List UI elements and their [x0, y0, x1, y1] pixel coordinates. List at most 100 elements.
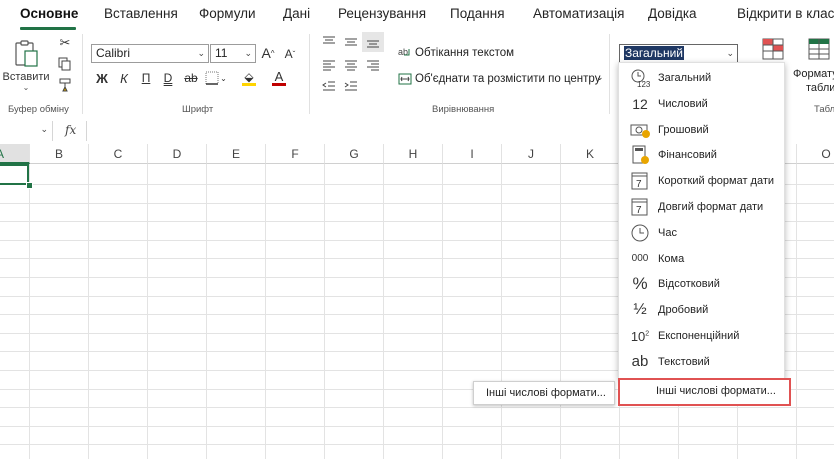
number-format-option[interactable]: 7 Короткий формат дати	[619, 168, 784, 194]
fill-color-bar	[242, 82, 256, 86]
gridline	[0, 444, 834, 445]
chevron-down-icon: ⌄	[244, 48, 252, 58]
font-size-value: 11	[215, 46, 228, 60]
format-as-table-label[interactable]: Формату	[793, 68, 834, 80]
chevron-down-icon[interactable]: ⌄	[596, 72, 604, 83]
strikethrough-button[interactable]: ab	[182, 70, 200, 86]
number-format-option[interactable]: 12 Числовий	[619, 91, 784, 117]
divider	[609, 34, 610, 114]
tab-home[interactable]: Основне	[20, 6, 78, 21]
double-underline-button[interactable]: D	[161, 70, 175, 86]
column-header[interactable]: I	[443, 144, 502, 164]
function-icon[interactable]: fx	[65, 123, 76, 137]
format-painter-icon[interactable]	[57, 77, 73, 93]
number-format-option[interactable]: 7 Довгий формат дати	[619, 194, 784, 220]
column-header[interactable]: O	[797, 144, 834, 164]
number-format-select[interactable]: Загальний ⌄	[619, 44, 738, 63]
increase-indent-icon[interactable]	[342, 78, 360, 94]
format-as-table-icon[interactable]	[806, 36, 832, 62]
column-header[interactable]: K	[561, 144, 620, 164]
tab-help[interactable]: Довідка	[648, 6, 697, 21]
column-header[interactable]: F	[266, 144, 325, 164]
align-bottom-icon[interactable]	[362, 32, 384, 52]
calendar-icon: 7	[627, 170, 653, 192]
number-format-option-label: Загальний	[658, 72, 712, 84]
borders-button[interactable]: ⌄	[204, 70, 228, 86]
column-header[interactable]: A	[0, 144, 30, 164]
tables-group-label: Табл	[814, 104, 834, 115]
column-header[interactable]: H	[384, 144, 443, 164]
bold-button[interactable]: Ж	[95, 70, 109, 86]
gridline	[796, 164, 797, 459]
cut-icon[interactable]: ✂	[57, 35, 73, 51]
font-name-value: Calibri	[96, 46, 131, 60]
column-header[interactable]: G	[325, 144, 384, 164]
number-format-option[interactable]: Фінансовий	[619, 142, 784, 168]
chevron-down-icon: ⌄	[197, 48, 205, 58]
decrease-font-button[interactable]: Aˇ	[282, 47, 298, 61]
open-in-desktop-button[interactable]: Відкрити в класи	[737, 6, 834, 21]
column-header[interactable]: D	[148, 144, 207, 164]
number-format-option-label: Довгий формат дати	[658, 201, 764, 213]
font-size-select[interactable]: 11 ⌄	[210, 44, 256, 63]
accounting-icon	[627, 144, 653, 166]
tab-data[interactable]: Дані	[283, 6, 310, 21]
tab-automate[interactable]: Автоматизація	[533, 6, 624, 21]
ribbon-tabs: Основне Вставлення Формули Дані Рецензув…	[0, 0, 834, 30]
fill-handle[interactable]	[26, 182, 33, 189]
comma-icon: 000	[631, 253, 649, 265]
tab-review[interactable]: Рецензування	[338, 6, 426, 21]
number-format-option[interactable]: Грошовий	[619, 117, 784, 143]
number-format-option[interactable]: 000 Кома	[619, 246, 784, 272]
number-format-option-label: Грошовий	[658, 123, 709, 136]
italic-button[interactable]: К	[117, 70, 131, 86]
font-name-select[interactable]: Calibri ⌄	[91, 44, 209, 63]
number-format-value: Загальний	[624, 46, 684, 60]
column-header[interactable]: C	[89, 144, 148, 164]
percent-icon: %	[632, 274, 648, 294]
tooltip-text: Інші числові формати...	[486, 387, 606, 399]
svg-text:123: 123	[637, 80, 651, 88]
align-center-icon[interactable]	[342, 57, 360, 73]
copy-icon[interactable]	[57, 56, 73, 72]
number-format-option[interactable]: ab Текстовий	[619, 349, 784, 375]
conditional-format-icon[interactable]	[760, 36, 786, 62]
svg-text:7: 7	[636, 179, 642, 190]
align-right-icon[interactable]	[364, 57, 382, 73]
underline-button[interactable]: П	[139, 70, 153, 86]
fill-color-button[interactable]: ⬙	[236, 68, 262, 88]
gridline	[265, 164, 266, 459]
increase-font-button[interactable]: A ^	[260, 45, 276, 61]
number-format-option-label: Числовий	[658, 97, 708, 110]
align-left-icon[interactable]	[320, 57, 338, 73]
number-format-option[interactable]: ½ Дробовий	[619, 297, 784, 323]
number-format-option[interactable]: % Відсотковий	[619, 271, 784, 297]
merge-center-icon	[397, 71, 413, 87]
wrap-text-button[interactable]: Обтікання текстом	[415, 47, 514, 59]
active-cell[interactable]	[0, 164, 29, 185]
tab-insert[interactable]: Вставлення	[104, 6, 178, 21]
number-format-option[interactable]: 123 Загальний	[619, 65, 784, 91]
fill-bucket-icon: ⬙	[244, 69, 254, 84]
paste-button[interactable]: Вставити ⌄	[2, 34, 50, 96]
chevron-down-icon[interactable]: ⌄	[40, 124, 48, 135]
gridline	[147, 164, 148, 459]
align-middle-icon[interactable]	[342, 34, 360, 50]
calendar-icon: 7	[627, 196, 653, 218]
number-format-option[interactable]: 102 Експоненційний	[619, 323, 784, 349]
number-format-option-label: Кома	[658, 252, 685, 265]
column-header[interactable]: E	[207, 144, 266, 164]
tab-view[interactable]: Подання	[450, 6, 505, 21]
decrease-indent-icon[interactable]	[320, 78, 338, 94]
name-box[interactable]: ⌄	[0, 121, 53, 141]
gridline	[324, 164, 325, 459]
align-top-icon[interactable]	[320, 34, 338, 50]
number-format-option[interactable]: Час	[619, 220, 784, 246]
font-color-button[interactable]: A	[266, 68, 292, 88]
column-header[interactable]: J	[502, 144, 561, 164]
merge-center-button[interactable]: Об'єднати та розмістити по центру	[415, 73, 600, 85]
tab-formulas[interactable]: Формули	[199, 6, 256, 21]
borders-icon	[205, 71, 219, 85]
more-number-formats-button[interactable]: Інші числові формати...	[618, 378, 791, 406]
column-header[interactable]: B	[30, 144, 89, 164]
